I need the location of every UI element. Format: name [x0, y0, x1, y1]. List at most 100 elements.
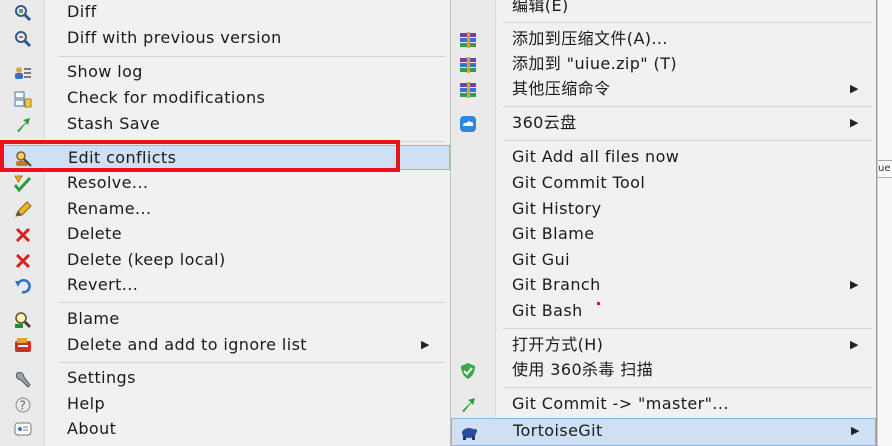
menu-item-label: Git Blame — [512, 224, 595, 243]
menu-item-edit[interactable]: 编辑(E) — [451, 0, 876, 19]
menu-separator — [503, 387, 872, 388]
menu-item-label: About — [67, 419, 117, 438]
menu-item-settings[interactable]: Settings — [0, 366, 450, 391]
menu-item-ignore-list[interactable]: Delete and add to ignore list ▶ — [0, 333, 450, 358]
red-annotation-box — [0, 140, 400, 172]
submenu-arrow-icon: ▶ — [850, 338, 859, 351]
menu-item-label: 打开方式(H) — [512, 335, 604, 354]
menu-item-about[interactable]: About — [0, 417, 450, 442]
resolve-icon — [14, 175, 32, 193]
menu-item-add-to-archive[interactable]: 添加到压缩文件(A)... — [451, 27, 876, 52]
diff-magnifier-icon — [14, 4, 32, 22]
menu-item-git-bash[interactable]: Git Bash — [451, 299, 876, 324]
menu-separator — [503, 106, 872, 107]
menu-item-delete-keep-local[interactable]: Delete (keep local) — [0, 248, 450, 273]
help-icon: ? — [14, 396, 32, 414]
about-icon — [14, 421, 32, 439]
ignore-list-icon — [14, 337, 32, 355]
menu-item-stash-save[interactable]: Stash Save — [0, 112, 450, 137]
menu-item-check-modifications[interactable]: Check for modifications — [0, 86, 450, 111]
360-antivirus-shield-icon — [459, 362, 477, 380]
menu-separator — [503, 22, 872, 23]
menu-item-label: Show log — [67, 62, 143, 81]
submenu-arrow-icon: ▶ — [850, 278, 859, 291]
menu-item-help[interactable]: ? Help — [0, 392, 450, 417]
menu-item-label: Git Gui — [512, 250, 570, 269]
menu-item-label: Git Branch — [512, 275, 601, 294]
menu-item-git-branch[interactable]: Git Branch ▶ — [451, 273, 876, 298]
menu-item-add-to-zip[interactable]: 添加到 "uiue.zip" (T) — [451, 52, 876, 77]
menu-item-other-compress[interactable]: 其他压缩命令 ▶ — [451, 77, 876, 102]
menu-item-revert[interactable]: Revert... — [0, 273, 450, 298]
menu-item-delete[interactable]: Delete — [0, 222, 450, 247]
menu-item-label: 其他压缩命令 — [512, 79, 611, 98]
menu-item-open-with[interactable]: 打开方式(H) ▶ — [451, 333, 876, 358]
menu-item-label: Diff — [67, 2, 97, 21]
menu-item-label: Revert... — [67, 275, 139, 294]
cursor-artifact — [597, 302, 600, 305]
menu-item-label: 添加到压缩文件(A)... — [512, 29, 668, 48]
menu-item-label: 360云盘 — [512, 113, 577, 132]
menu-item-label: Delete (keep local) — [67, 250, 226, 269]
diff-previous-icon — [14, 30, 32, 48]
submenu-arrow-icon: ▶ — [850, 116, 859, 129]
background-window-text: ue — [878, 160, 892, 178]
menu-item-tortoisegit[interactable]: TortoiseGit ▶ — [451, 418, 876, 446]
stash-save-icon — [14, 116, 32, 134]
delete-x-icon — [14, 226, 32, 244]
winrar-more-icon — [459, 81, 477, 99]
menu-item-show-log[interactable]: Show log — [0, 60, 450, 85]
menu-item-resolve[interactable]: Resolve... — [0, 171, 450, 196]
menu-item-git-gui[interactable]: Git Gui — [451, 248, 876, 273]
menu-item-label: Diff with previous version — [67, 28, 282, 47]
menu-separator — [58, 362, 446, 363]
menu-item-label: 编辑(E) — [512, 0, 569, 15]
menu-item-label: Git Commit -> "master"... — [512, 394, 729, 413]
menu-item-label: Blame — [67, 309, 120, 328]
menu-item-blame[interactable]: Blame — [0, 307, 450, 332]
svg-text:?: ? — [20, 399, 26, 413]
menu-item-label: Delete — [67, 224, 122, 243]
menu-item-label: Stash Save — [67, 114, 161, 133]
background-window-edge: ue — [877, 0, 892, 446]
menu-item-label: Git Add all files now — [512, 147, 680, 166]
menu-item-label: Delete and add to ignore list — [67, 335, 307, 354]
winrar-archive-icon — [459, 31, 477, 49]
menu-separator — [503, 328, 872, 329]
menu-item-360-cloud[interactable]: 360云盘 ▶ — [451, 111, 876, 136]
menu-item-360-scan[interactable]: 使用 360杀毒 扫描 — [451, 358, 876, 383]
submenu-arrow-icon: ▶ — [850, 82, 859, 95]
show-log-icon — [14, 64, 32, 82]
blame-icon — [14, 311, 32, 329]
360-cloud-icon — [459, 115, 477, 133]
menu-item-label: Git Bash — [512, 301, 583, 320]
menu-item-label: Git History — [512, 199, 602, 218]
menu-item-git-add-all[interactable]: Git Add all files now — [451, 145, 876, 170]
menu-item-label: Settings — [67, 368, 136, 387]
menu-item-label: 添加到 "uiue.zip" (T) — [512, 54, 678, 73]
menu-item-diff[interactable]: Diff — [0, 0, 450, 25]
submenu-arrow-icon: ▶ — [851, 424, 860, 437]
menu-item-git-blame[interactable]: Git Blame — [451, 222, 876, 247]
menu-item-label: Check for modifications — [67, 88, 266, 107]
menu-item-label: TortoiseGit — [513, 421, 603, 440]
submenu-arrow-icon: ▶ — [421, 338, 430, 351]
menu-separator — [58, 56, 446, 57]
menu-item-rename[interactable]: Rename... — [0, 197, 450, 222]
menu-item-label: Help — [67, 394, 106, 413]
git-commit-arrow-icon — [459, 396, 477, 414]
delete-keep-local-icon — [14, 252, 32, 270]
explorer-context-menu: 编辑(E) 添加到压缩文件(A)... 添加到 "uiue.zip" (T) 其… — [451, 0, 877, 446]
menu-item-label: 使用 360杀毒 扫描 — [512, 360, 654, 379]
settings-icon — [14, 370, 32, 388]
menu-item-diff-previous[interactable]: Diff with previous version — [0, 26, 450, 51]
menu-item-git-history[interactable]: Git History — [451, 197, 876, 222]
tortoisegit-submenu: Diff Diff with previous version Show log… — [0, 0, 451, 446]
menu-item-git-commit-master[interactable]: Git Commit -> "master"... — [451, 392, 876, 417]
menu-item-label: Git Commit Tool — [512, 173, 646, 192]
rename-icon — [14, 201, 32, 219]
winrar-zip-icon — [459, 56, 477, 74]
menu-item-git-commit-tool[interactable]: Git Commit Tool — [451, 171, 876, 196]
check-modifications-icon — [14, 90, 32, 108]
menu-separator — [58, 302, 446, 303]
